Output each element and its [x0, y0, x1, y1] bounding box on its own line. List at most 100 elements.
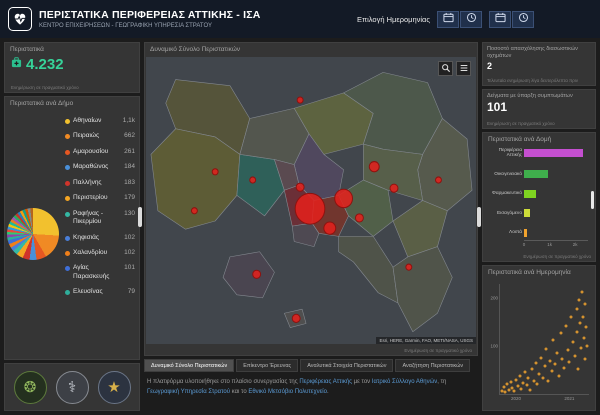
legend-item[interactable]: Περιστερίου179 [62, 190, 138, 205]
data-point[interactable] [548, 359, 551, 362]
realtime-note: Ενημέρωση σε πραγματικό χρόνο [404, 348, 472, 353]
data-point[interactable] [531, 368, 534, 371]
legend-item[interactable]: Πειραιώς662 [62, 128, 138, 143]
legend-item[interactable]: Κηφισιάς102 [62, 230, 138, 245]
data-point[interactable] [579, 322, 582, 325]
data-point[interactable] [577, 368, 580, 371]
tab-item[interactable]: Αναλυτικά Στοιχεία Περιστατικών [300, 359, 393, 372]
data-point[interactable] [581, 315, 584, 318]
bar[interactable] [524, 170, 548, 178]
data-point[interactable] [523, 371, 526, 374]
data-point[interactable] [561, 357, 564, 360]
map-search-button[interactable] [438, 61, 453, 76]
credit-link[interactable]: Εθνικό Μετσόβιο Πολυτεχνείο [248, 389, 327, 395]
bar[interactable] [524, 209, 530, 217]
data-point[interactable] [545, 347, 548, 350]
scatter-plot[interactable]: 20010020202021 [499, 284, 589, 395]
legend-item[interactable]: Ραφήνας - Πικερμίου130 [62, 206, 138, 230]
legend-color-dot [65, 196, 70, 201]
data-point[interactable] [586, 345, 589, 348]
map-legend-button[interactable] [456, 61, 471, 76]
legend-item[interactable]: Αμαρουσίου261 [62, 144, 138, 159]
bar[interactable] [524, 229, 527, 237]
data-point[interactable] [583, 303, 586, 306]
data-point[interactable] [502, 386, 505, 389]
data-point[interactable] [566, 349, 569, 352]
data-point[interactable] [573, 354, 576, 357]
legend-item[interactable]: Παλλήνης183 [62, 175, 138, 190]
data-point[interactable] [504, 391, 507, 394]
data-point[interactable] [538, 372, 541, 375]
legend-item[interactable]: Αγίας Παρασκευής101 [62, 260, 138, 284]
data-point[interactable] [515, 378, 518, 381]
bar[interactable] [524, 190, 536, 198]
date-to-calendar-button[interactable] [489, 11, 511, 28]
data-point[interactable] [529, 388, 532, 391]
data-point[interactable] [576, 330, 579, 333]
data-point[interactable] [532, 380, 535, 383]
credit-text-part: , τη [437, 379, 446, 385]
data-point[interactable] [541, 377, 544, 380]
data-point[interactable] [555, 351, 558, 354]
data-point[interactable] [554, 363, 557, 366]
panel-resize-handle[interactable] [138, 207, 142, 227]
legend-item[interactable]: Αθηναίων1,1k [62, 113, 138, 128]
date-from-time-button[interactable] [460, 11, 482, 28]
legend-color-dot [65, 134, 70, 139]
data-point[interactable] [520, 387, 523, 390]
data-point[interactable] [509, 380, 512, 383]
legend-item[interactable]: Ελευσίνας79 [62, 284, 138, 299]
legend-item[interactable]: Μαραθώνος184 [62, 159, 138, 174]
date-to-time-button[interactable] [512, 11, 534, 28]
data-point[interactable] [575, 307, 578, 310]
data-point[interactable] [525, 384, 528, 387]
data-point[interactable] [513, 389, 516, 392]
bar-track [524, 170, 588, 178]
bar[interactable] [524, 149, 583, 157]
scrollbar-thumb[interactable] [591, 191, 594, 209]
data-point[interactable] [585, 326, 588, 329]
data-point[interactable] [522, 381, 525, 384]
bar-track [524, 229, 588, 237]
data-point[interactable] [534, 362, 537, 365]
tab-item[interactable]: Αναζήτηση Περιστατικών [395, 359, 470, 372]
data-point[interactable] [580, 290, 583, 293]
credit-link[interactable]: Γεωγραφική Υπηρεσία Στρατού [147, 389, 230, 395]
data-point[interactable] [579, 347, 582, 350]
map-canvas[interactable] [146, 57, 476, 344]
data-point[interactable] [563, 367, 566, 370]
data-point[interactable] [547, 379, 550, 382]
tab-active[interactable]: Δυναμικό Σύνολο Περιστατικών [144, 359, 234, 372]
data-point[interactable] [564, 325, 567, 328]
data-point[interactable] [568, 361, 571, 364]
data-point[interactable] [578, 299, 581, 302]
data-point[interactable] [500, 390, 503, 393]
data-point[interactable] [584, 357, 587, 360]
data-point[interactable] [571, 341, 574, 344]
data-point[interactable] [543, 365, 546, 368]
data-point[interactable] [516, 385, 519, 388]
date-from-calendar-button[interactable] [437, 11, 459, 28]
data-point[interactable] [506, 383, 509, 386]
data-point[interactable] [570, 316, 573, 319]
data-point[interactable] [536, 383, 539, 386]
legend-item[interactable]: Χαλανδρίου102 [62, 245, 138, 260]
credit-link[interactable]: Ιατρικό Σύλλογο Αθηνών [372, 379, 437, 385]
data-point[interactable] [559, 331, 562, 334]
pie-chart[interactable] [7, 208, 59, 260]
credit-link[interactable]: Περιφέρειας Αττικής [299, 379, 352, 385]
data-point[interactable] [518, 374, 521, 377]
data-point[interactable] [582, 336, 585, 339]
data-point[interactable] [507, 388, 510, 391]
heart-pulse-icon [8, 7, 32, 31]
panel-resize-handle[interactable] [477, 207, 481, 227]
data-point[interactable] [527, 376, 530, 379]
data-point[interactable] [552, 339, 555, 342]
data-point[interactable] [550, 370, 553, 373]
time-icon [518, 10, 529, 28]
rescue-vehicles-value: 2 [483, 60, 595, 71]
attica-map[interactable] [146, 57, 476, 344]
data-point[interactable] [557, 374, 560, 377]
tab-item[interactable]: Επίκεντρο Έρευνας [236, 359, 298, 372]
data-point[interactable] [539, 356, 542, 359]
